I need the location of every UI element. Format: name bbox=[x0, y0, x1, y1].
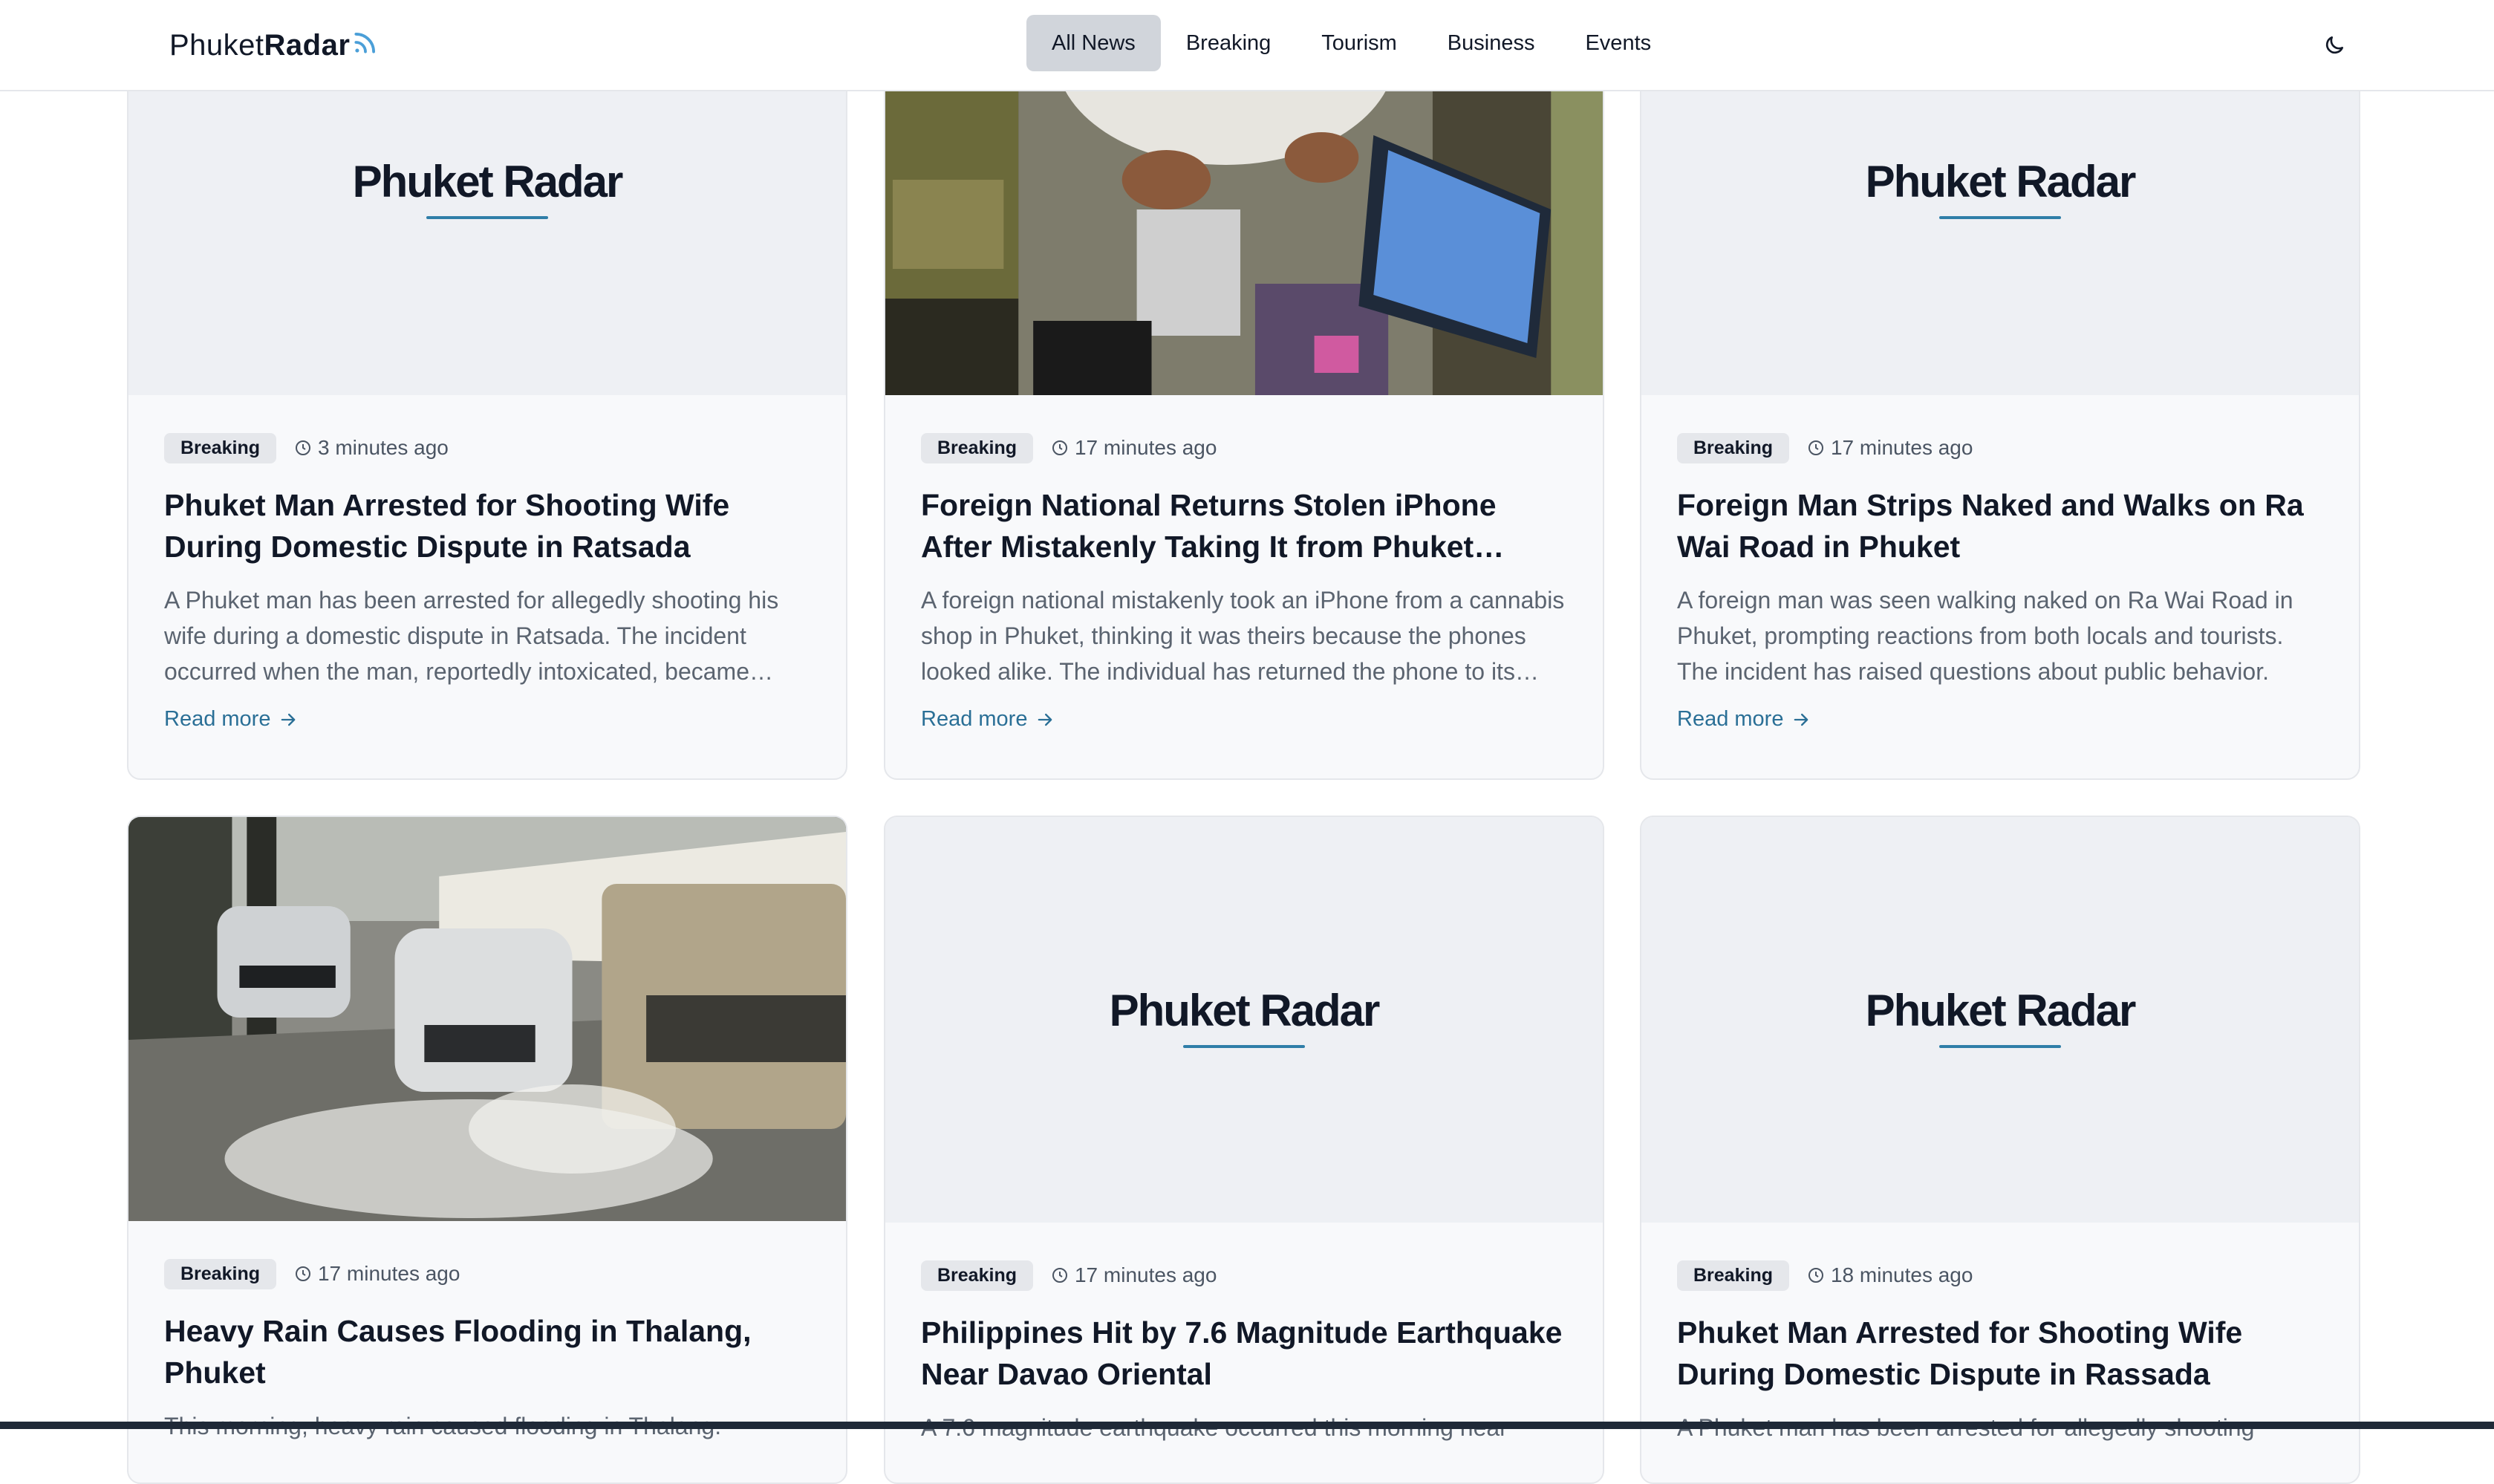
brand-placeholder: Phuket Radar bbox=[1641, 156, 2359, 219]
clock-icon bbox=[295, 1266, 310, 1281]
read-more-link[interactable]: Read more bbox=[1677, 707, 1811, 732]
placeholder-brand-text: Phuket Radar bbox=[352, 157, 624, 206]
placeholder-underline bbox=[1939, 1045, 2061, 1048]
card-title[interactable]: Philippines Hit by 7.6 Magnitude Earthqu… bbox=[921, 1312, 1570, 1395]
category-badge[interactable]: Breaking bbox=[164, 1258, 276, 1289]
timestamp: 17 minutes ago bbox=[1807, 436, 1973, 460]
radar-signal-icon bbox=[354, 33, 376, 53]
logo-text-light: Phuket bbox=[169, 28, 264, 62]
card-body: Breaking 17 minutes ago Foreign National… bbox=[921, 432, 1570, 732]
timestamp: 17 minutes ago bbox=[294, 1262, 460, 1286]
category-badge[interactable]: Breaking bbox=[164, 432, 276, 463]
nav-tab-events[interactable]: Events bbox=[1560, 15, 1676, 71]
card-image[interactable] bbox=[128, 817, 846, 1221]
placeholder-underline bbox=[1939, 216, 2061, 219]
card-excerpt: A foreign man was seen walking naked on … bbox=[1677, 587, 2293, 685]
nav-tab-tourism[interactable]: Tourism bbox=[1296, 15, 1422, 71]
timestamp-text: 17 minutes ago bbox=[1074, 436, 1217, 459]
clock-icon bbox=[1052, 1268, 1067, 1283]
card-title[interactable]: Phuket Man Arrested for Shooting Wife Du… bbox=[164, 484, 813, 567]
site-logo[interactable]: Phuket Radar bbox=[169, 25, 380, 65]
card-body: Breaking 17 minutes ago Philippines Hit … bbox=[921, 1260, 1570, 1445]
category-badge[interactable]: Breaking bbox=[921, 1260, 1033, 1291]
category-nav: All News Breaking Tourism Business Event… bbox=[1026, 15, 1676, 71]
brand-placeholder: Phuket Radar bbox=[1641, 985, 2359, 1048]
read-more-label: Read more bbox=[164, 707, 271, 731]
card-meta: Breaking 17 minutes ago bbox=[921, 432, 1570, 463]
news-card[interactable]: Phuket Radar Breaking 18 minutes ago Phu… bbox=[1640, 816, 2360, 1484]
timestamp-text: 17 minutes ago bbox=[1074, 1263, 1217, 1286]
card-title[interactable]: Heavy Rain Causes Flooding in Thalang, P… bbox=[164, 1310, 813, 1393]
placeholder-underline bbox=[426, 216, 548, 219]
timestamp: 3 minutes ago bbox=[294, 436, 449, 460]
window-bottom-edge bbox=[0, 1422, 2494, 1429]
arrow-right-icon bbox=[1038, 713, 1052, 726]
timestamp: 17 minutes ago bbox=[1051, 436, 1217, 460]
card-body: Breaking 17 minutes ago Heavy Rain Cause… bbox=[164, 1258, 813, 1444]
card-body: Breaking 3 minutes ago Phuket Man Arrest… bbox=[164, 432, 813, 732]
card-meta: Breaking 18 minutes ago bbox=[1677, 1260, 2326, 1291]
card-meta: Breaking 17 minutes ago bbox=[1677, 432, 2326, 463]
nav-tab-breaking[interactable]: Breaking bbox=[1161, 15, 1296, 71]
news-card[interactable]: Phuket Radar Breaking 17 minutes ago For… bbox=[1640, 0, 2360, 780]
category-badge[interactable]: Breaking bbox=[1677, 1260, 1789, 1291]
news-grid: Phuket Radar Breaking 3 minutes ago Phuk… bbox=[0, 0, 2494, 1484]
timestamp-text: 18 minutes ago bbox=[1830, 1263, 1973, 1286]
card-image-placeholder[interactable]: Phuket Radar bbox=[1641, 817, 2359, 1223]
card-title[interactable]: Foreign Man Strips Naked and Walks on Ra… bbox=[1677, 484, 2326, 567]
nav-tab-business[interactable]: Business bbox=[1422, 15, 1560, 71]
news-card[interactable]: Breaking 17 minutes ago Foreign National… bbox=[884, 0, 1604, 780]
timestamp: 18 minutes ago bbox=[1807, 1263, 1973, 1287]
card-meta: Breaking 3 minutes ago bbox=[164, 432, 813, 463]
card-title[interactable]: Foreign National Returns Stolen iPhone A… bbox=[921, 484, 1570, 567]
placeholder-underline bbox=[1183, 1045, 1305, 1048]
brand-placeholder: Phuket Radar bbox=[128, 156, 846, 219]
card-body: Breaking 18 minutes ago Phuket Man Arres… bbox=[1677, 1260, 2326, 1445]
site-header: Phuket Radar All News Breaking Tourism Bu… bbox=[0, 0, 2494, 91]
read-more-label: Read more bbox=[1677, 707, 1784, 731]
category-badge[interactable]: Breaking bbox=[1677, 432, 1789, 463]
card-title[interactable]: Phuket Man Arrested for Shooting Wife Du… bbox=[1677, 1312, 2326, 1395]
flooded-road-photo bbox=[128, 817, 846, 1221]
timestamp-text: 3 minutes ago bbox=[317, 436, 449, 459]
read-more-link[interactable]: Read more bbox=[164, 707, 299, 732]
placeholder-brand-text: Phuket Radar bbox=[1865, 986, 2137, 1035]
card-excerpt: A Phuket man has been arrested for alleg… bbox=[164, 587, 779, 685]
arrow-right-icon bbox=[1794, 713, 1808, 726]
read-more-link[interactable]: Read more bbox=[921, 707, 1055, 732]
timestamp: 17 minutes ago bbox=[1051, 1263, 1217, 1287]
category-badge[interactable]: Breaking bbox=[921, 432, 1033, 463]
timestamp-text: 17 minutes ago bbox=[1830, 436, 1973, 459]
card-body: Breaking 17 minutes ago Foreign Man Stri… bbox=[1677, 432, 2326, 732]
moon-icon bbox=[2325, 36, 2343, 54]
news-card[interactable]: Phuket Radar Breaking 3 minutes ago Phuk… bbox=[127, 0, 847, 780]
timestamp-text: 17 minutes ago bbox=[317, 1262, 460, 1285]
card-image-placeholder[interactable]: Phuket Radar bbox=[885, 817, 1603, 1223]
clock-icon bbox=[1052, 440, 1067, 455]
card-excerpt: A foreign national mistakenly took an iP… bbox=[921, 587, 1565, 685]
brand-placeholder: Phuket Radar bbox=[885, 985, 1603, 1048]
card-meta: Breaking 17 minutes ago bbox=[921, 1260, 1570, 1291]
read-more-label: Read more bbox=[921, 707, 1028, 731]
theme-toggle-button[interactable] bbox=[2314, 25, 2354, 65]
nav-tab-all-news[interactable]: All News bbox=[1026, 15, 1161, 71]
clock-icon bbox=[1808, 440, 1823, 455]
card-meta: Breaking 17 minutes ago bbox=[164, 1258, 813, 1289]
news-card[interactable]: Phuket Radar Breaking 17 minutes ago Phi… bbox=[884, 816, 1604, 1484]
placeholder-brand-text: Phuket Radar bbox=[1865, 157, 2137, 206]
news-card[interactable]: Breaking 17 minutes ago Heavy Rain Cause… bbox=[127, 816, 847, 1484]
clock-icon bbox=[1808, 1268, 1823, 1283]
clock-icon bbox=[295, 440, 310, 455]
logo-text-bold: Radar bbox=[264, 28, 351, 62]
arrow-right-icon bbox=[281, 713, 296, 726]
placeholder-brand-text: Phuket Radar bbox=[1109, 986, 1381, 1035]
